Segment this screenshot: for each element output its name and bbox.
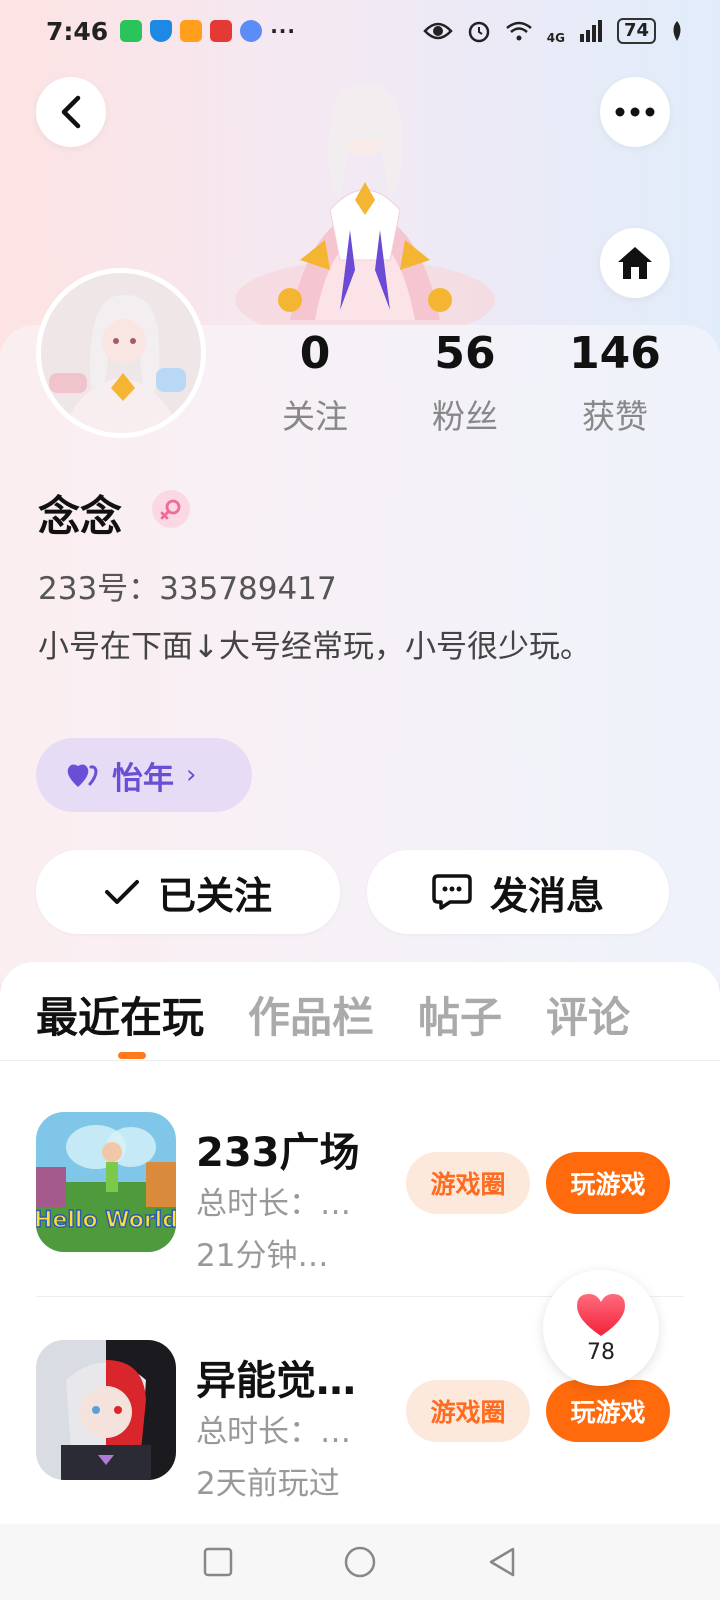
game-icon[interactable]: Hello World bbox=[36, 1112, 176, 1252]
profile-stats: 0 关注 56 粉丝 146 获赞 bbox=[240, 328, 690, 438]
game-last-played: 21分钟… bbox=[196, 1238, 329, 1274]
home-circle-icon[interactable] bbox=[343, 1545, 377, 1579]
game-total-time: 总时长：… bbox=[196, 1414, 351, 1450]
like-count: 78 bbox=[587, 1339, 615, 1365]
system-nav-bar bbox=[0, 1524, 720, 1600]
more-dots-icon bbox=[615, 107, 655, 117]
nickname: 念念 bbox=[38, 492, 123, 541]
game-last-played: 2天前玩过 bbox=[196, 1466, 340, 1502]
divider bbox=[0, 1060, 720, 1061]
tag-label: 怡年 bbox=[112, 760, 174, 797]
home-button[interactable] bbox=[600, 228, 670, 298]
leaf-icon bbox=[673, 21, 681, 41]
avatar[interactable] bbox=[36, 268, 206, 438]
game-circle-button[interactable]: 游戏圈 bbox=[406, 1380, 530, 1442]
shield-app-icon bbox=[150, 20, 173, 42]
chevron-left-icon bbox=[61, 95, 81, 129]
stat-label: 获赞 bbox=[582, 397, 648, 436]
stat-label: 关注 bbox=[282, 397, 348, 436]
recent-apps-icon[interactable] bbox=[203, 1547, 233, 1577]
game-icon-text: Hello World bbox=[36, 1208, 176, 1233]
play-game-button[interactable]: 玩游戏 bbox=[546, 1380, 670, 1442]
game-circle-button[interactable]: 游戏圈 bbox=[406, 1152, 530, 1214]
wifi-icon bbox=[505, 21, 532, 41]
chat-bubble-icon bbox=[432, 874, 472, 910]
header-character-art bbox=[235, 84, 495, 330]
stat-following[interactable]: 0 关注 bbox=[240, 328, 390, 438]
eye-icon bbox=[423, 22, 453, 40]
follow-label: 已关注 bbox=[157, 873, 272, 918]
music-app-icon bbox=[240, 20, 263, 42]
video-app-icon bbox=[180, 20, 203, 42]
stat-label: 粉丝 bbox=[432, 397, 498, 436]
avatar-image bbox=[41, 273, 201, 433]
profile-tabs: 最近在玩 作品栏 帖子 评论 bbox=[36, 984, 630, 1045]
check-icon bbox=[104, 880, 139, 904]
message-button[interactable]: 发消息 bbox=[367, 850, 669, 934]
notification-icons bbox=[120, 20, 263, 42]
stat-value: 146 bbox=[569, 328, 661, 379]
status-bar: 7:46 ··· 4G 74 bbox=[0, 0, 720, 62]
tab-works[interactable]: 作品栏 bbox=[248, 984, 374, 1045]
heart-icon bbox=[67, 764, 98, 787]
red-app-icon bbox=[210, 20, 233, 42]
game-name: 异能觉… bbox=[196, 1358, 356, 1404]
tab-posts[interactable]: 帖子 bbox=[418, 984, 502, 1045]
alarm-icon bbox=[468, 21, 489, 43]
female-gender-icon bbox=[152, 490, 190, 528]
bio: 小号在下面↓大号经常玩，小号很少玩。 bbox=[38, 629, 591, 665]
status-time: 7:46 bbox=[46, 16, 109, 46]
message-label: 发消息 bbox=[489, 873, 604, 918]
game-icon[interactable] bbox=[36, 1340, 176, 1480]
user-id: 233号：335789417 bbox=[38, 571, 337, 607]
game-name: 233广场 bbox=[196, 1130, 360, 1176]
more-notifications: ··· bbox=[270, 19, 296, 43]
signal-icon bbox=[579, 20, 602, 42]
wechat-icon bbox=[120, 20, 143, 42]
stat-value: 56 bbox=[434, 328, 496, 379]
more-button[interactable] bbox=[600, 77, 670, 147]
tag-pill[interactable]: 怡年 › bbox=[36, 738, 252, 812]
follow-button[interactable]: 已关注 bbox=[36, 850, 340, 934]
stat-likes[interactable]: 146 获赞 bbox=[540, 328, 690, 438]
back-button[interactable] bbox=[36, 77, 106, 147]
heart-icon bbox=[577, 1293, 625, 1336]
back-triangle-icon[interactable] bbox=[487, 1546, 517, 1578]
game-total-time: 总时长：… bbox=[196, 1186, 351, 1222]
tab-recently-played[interactable]: 最近在玩 bbox=[36, 984, 204, 1045]
home-icon bbox=[618, 247, 652, 279]
game-list-item[interactable]: Hello World 233广场 总时长：… 21分钟… 游戏圈 玩游戏 bbox=[36, 1112, 684, 1282]
play-game-button[interactable]: 玩游戏 bbox=[546, 1152, 670, 1214]
active-tab-indicator bbox=[118, 1052, 146, 1059]
chevron-right-icon: › bbox=[186, 760, 197, 790]
stat-fans[interactable]: 56 粉丝 bbox=[390, 328, 540, 438]
tab-comments[interactable]: 评论 bbox=[546, 984, 630, 1045]
network-type: 4G bbox=[546, 31, 565, 45]
like-float-button[interactable]: 78 bbox=[543, 1270, 659, 1386]
stat-value: 0 bbox=[299, 328, 331, 379]
battery-level: 74 bbox=[616, 18, 656, 44]
